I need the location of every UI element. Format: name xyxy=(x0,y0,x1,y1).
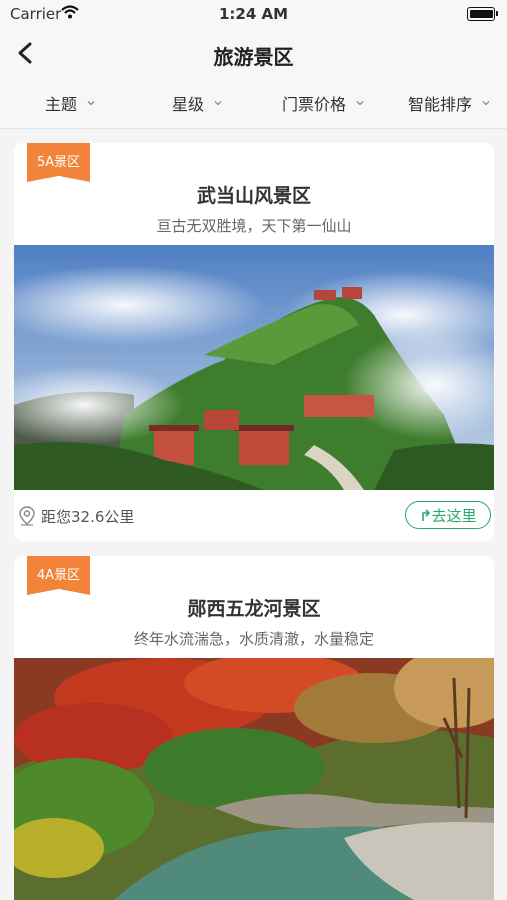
chevron-down-icon xyxy=(482,101,490,106)
distance-info: 距您32.6公里 xyxy=(17,505,134,527)
navigation-bar: 旅游景区 xyxy=(0,28,507,78)
filter-theme[interactable]: 主题 xyxy=(45,78,95,128)
distance-text: 距您32.6公里 xyxy=(41,507,135,526)
go-here-label: 去这里 xyxy=(431,506,477,525)
chevron-down-icon xyxy=(87,101,95,106)
clock-label: 1:24 AM xyxy=(218,5,289,23)
navigation-icon xyxy=(422,509,431,521)
chevron-down-icon xyxy=(356,101,364,106)
filter-bar: 主题 星级 门票价格 智能排序 xyxy=(0,78,507,129)
location-pin-icon xyxy=(19,506,35,526)
status-bar: Carrier 1:24 AM xyxy=(0,0,507,28)
filter-label: 门票价格 xyxy=(282,95,347,114)
filter-label: 智能排序 xyxy=(408,95,473,114)
filter-label: 星级 xyxy=(172,95,205,114)
filter-label: 主题 xyxy=(45,95,78,114)
scenic-spot-card[interactable]: 5A景区 武当山风景区 亘古无双胜境，天下第一仙山 距您32.6公里 去这里 xyxy=(14,143,494,541)
rating-badge: 5A景区 xyxy=(27,143,91,182)
filter-star-level[interactable]: 星级 xyxy=(172,78,222,128)
spot-name: 郧西五龙河景区 xyxy=(187,598,321,620)
scenic-spot-card[interactable]: 4A景区 郧西五龙河景区 终年水流湍急，水质清澈，水量稳定 xyxy=(14,556,494,900)
rating-badge: 4A景区 xyxy=(27,556,91,595)
spot-name: 武当山风景区 xyxy=(196,185,311,207)
spot-description: 终年水流湍急，水质清澈，水量稳定 xyxy=(133,630,374,648)
go-here-button[interactable]: 去这里 xyxy=(405,501,491,529)
spot-photo xyxy=(14,245,494,490)
battery-icon xyxy=(467,7,498,21)
spot-photo xyxy=(14,658,494,900)
filter-smart-sort[interactable]: 智能排序 xyxy=(408,78,490,128)
spot-description: 亘古无双胜境，天下第一仙山 xyxy=(156,217,352,235)
page-title: 旅游景区 xyxy=(213,45,294,69)
chevron-down-icon xyxy=(214,101,222,106)
filter-ticket-price[interactable]: 门票价格 xyxy=(282,78,364,128)
